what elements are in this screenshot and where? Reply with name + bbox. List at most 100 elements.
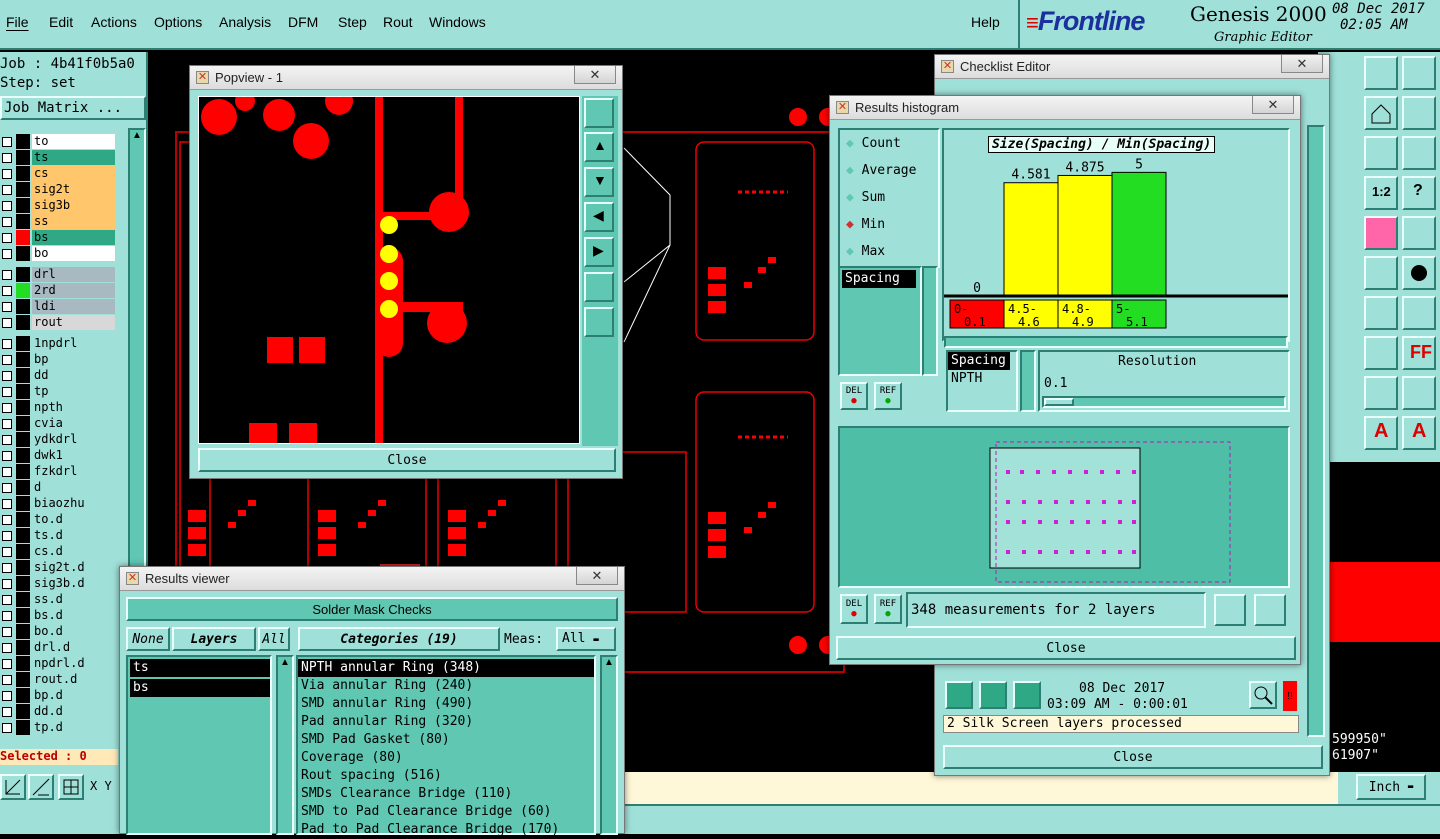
alert-icon[interactable]: !! xyxy=(1283,681,1297,711)
layer-checkbox[interactable] xyxy=(2,153,12,163)
layer-checkbox[interactable] xyxy=(2,723,12,733)
zoom-in-icon[interactable] xyxy=(584,98,614,128)
del-button[interactable]: DEL ● xyxy=(840,382,868,410)
zoom-out-icon[interactable] xyxy=(584,307,614,337)
layer-checkbox[interactable] xyxy=(2,531,12,541)
layer-row[interactable]: bp xyxy=(0,352,117,368)
layer-checkbox[interactable] xyxy=(2,355,12,365)
measure-scrollbar[interactable] xyxy=(922,266,938,376)
layer-row[interactable]: cvia xyxy=(0,416,117,432)
mode-min[interactable]: ◆ Min xyxy=(846,217,885,232)
layer-row[interactable]: to.d xyxy=(0,512,117,528)
layer-checkbox[interactable] xyxy=(2,579,12,589)
layer-row[interactable]: biaozhu xyxy=(0,496,117,512)
menu-edit[interactable]: Edit xyxy=(49,14,73,30)
layer-row[interactable]: rout xyxy=(0,315,117,331)
menu-analysis[interactable]: Analysis xyxy=(219,14,271,30)
layer-checkbox[interactable] xyxy=(2,302,12,312)
export-icon[interactable] xyxy=(1214,594,1246,626)
layer-checkbox[interactable] xyxy=(2,547,12,557)
layer-checkbox[interactable] xyxy=(2,707,12,717)
layer-checkbox[interactable] xyxy=(2,169,12,179)
job-matrix-button[interactable]: Job Matrix ... xyxy=(0,96,146,120)
zoom-fit-icon[interactable] xyxy=(584,272,614,302)
units-selector[interactable]: Inch ▬ xyxy=(1356,774,1426,800)
layer-row[interactable]: cs.d xyxy=(0,544,117,560)
export2-icon[interactable] xyxy=(1254,594,1286,626)
category-item[interactable]: SMD Pad Gasket (80) xyxy=(298,731,594,749)
pan-down-icon[interactable]: ▼ xyxy=(584,167,614,197)
close-icon[interactable]: ✕ xyxy=(574,66,616,84)
layer-row[interactable]: dd.d xyxy=(0,704,117,720)
measure-icon[interactable] xyxy=(28,774,54,800)
layer-checkbox[interactable] xyxy=(2,451,12,461)
layer-checkbox[interactable] xyxy=(2,201,12,211)
close-icon[interactable]: ✕ xyxy=(1281,55,1323,73)
scale-icon[interactable]: 1:2 xyxy=(1364,176,1398,210)
layer-checkbox[interactable] xyxy=(2,659,12,669)
layer-row[interactable]: tp xyxy=(0,384,117,400)
layers-none-button[interactable]: None xyxy=(126,627,170,651)
layer-row[interactable]: bo.d xyxy=(0,624,117,640)
histogram-bar[interactable] xyxy=(1003,182,1059,297)
layer-checkbox[interactable] xyxy=(2,185,12,195)
category-item[interactable]: Pad annular Ring (320) xyxy=(298,713,594,731)
layer-checkbox[interactable] xyxy=(2,691,12,701)
histogram-titlebar[interactable]: ✕ Results histogram ✕ xyxy=(830,96,1300,120)
preview-del-button[interactable]: DEL ● xyxy=(840,594,868,624)
layer-checkbox[interactable] xyxy=(2,137,12,147)
layer-checkbox[interactable] xyxy=(2,595,12,605)
align-icon[interactable] xyxy=(1364,136,1398,170)
layer-checkbox[interactable] xyxy=(2,249,12,259)
layer-row[interactable]: to xyxy=(0,134,117,150)
layer-row[interactable]: ss xyxy=(0,214,117,230)
zoom-icon[interactable] xyxy=(1249,681,1277,709)
histogram-hscroll[interactable] xyxy=(944,336,1288,348)
layer-checkbox[interactable] xyxy=(2,286,12,296)
category-item[interactable]: SMD to Pad Clearance Bridge (60) xyxy=(298,803,594,821)
checklist-close-button[interactable]: Close xyxy=(943,745,1323,769)
layer-row[interactable]: dd xyxy=(0,368,117,384)
snap-icon[interactable] xyxy=(0,774,26,800)
traffic-icon[interactable] xyxy=(1364,216,1398,250)
layer-checkbox[interactable] xyxy=(2,419,12,429)
mode-max[interactable]: ◆ Max xyxy=(846,244,885,259)
attr-item[interactable]: NPTH xyxy=(948,370,1016,388)
result-layer-item[interactable]: ts xyxy=(130,659,270,677)
run-icon[interactable] xyxy=(945,681,973,709)
layer-row[interactable]: sig3b.d xyxy=(0,576,117,592)
categories-button[interactable]: Categories (19) xyxy=(298,627,500,651)
menu-dfm[interactable]: DFM xyxy=(288,14,318,30)
ruler-icon[interactable] xyxy=(1364,256,1398,290)
ref-button[interactable]: REF ● xyxy=(874,382,902,410)
a2-icon[interactable]: A xyxy=(1402,416,1436,450)
layer-checkbox[interactable] xyxy=(2,270,12,280)
close-icon[interactable]: ✕ xyxy=(576,567,618,585)
layer-row[interactable]: sig2t xyxy=(0,182,117,198)
route-icon[interactable] xyxy=(1402,136,1436,170)
layer-row[interactable]: cs xyxy=(0,166,117,182)
home-icon[interactable] xyxy=(1364,96,1398,130)
layer-row[interactable]: ts xyxy=(0,150,117,166)
menu-rout[interactable]: Rout xyxy=(383,14,413,30)
run-all-icon[interactable] xyxy=(979,681,1007,709)
category-item[interactable]: NPTH annular Ring (348) xyxy=(298,659,594,677)
histogram-bar[interactable] xyxy=(1111,171,1167,297)
category-item[interactable]: Coverage (80) xyxy=(298,749,594,767)
histogram-close-button[interactable]: Close xyxy=(836,636,1296,660)
layer-row[interactable]: ldi xyxy=(0,299,117,315)
layer-checkbox[interactable] xyxy=(2,643,12,653)
layers-button[interactable]: Layers xyxy=(172,627,256,651)
arrow-red-icon[interactable] xyxy=(1364,296,1398,330)
help-icon[interactable]: ? xyxy=(1402,176,1436,210)
layer-checkbox[interactable] xyxy=(2,387,12,397)
a-icon[interactable]: A xyxy=(1364,416,1398,450)
layer-checkbox[interactable] xyxy=(2,435,12,445)
category-item[interactable]: Via annular Ring (240) xyxy=(298,677,594,695)
layer-checkbox[interactable] xyxy=(2,467,12,477)
layer-row[interactable]: bp.d xyxy=(0,688,117,704)
menu-options[interactable]: Options xyxy=(154,14,202,30)
close-icon[interactable]: ✕ xyxy=(1252,96,1294,114)
mode-count[interactable]: ◆ Count xyxy=(846,136,901,151)
layer-row[interactable]: dwk1 xyxy=(0,448,117,464)
